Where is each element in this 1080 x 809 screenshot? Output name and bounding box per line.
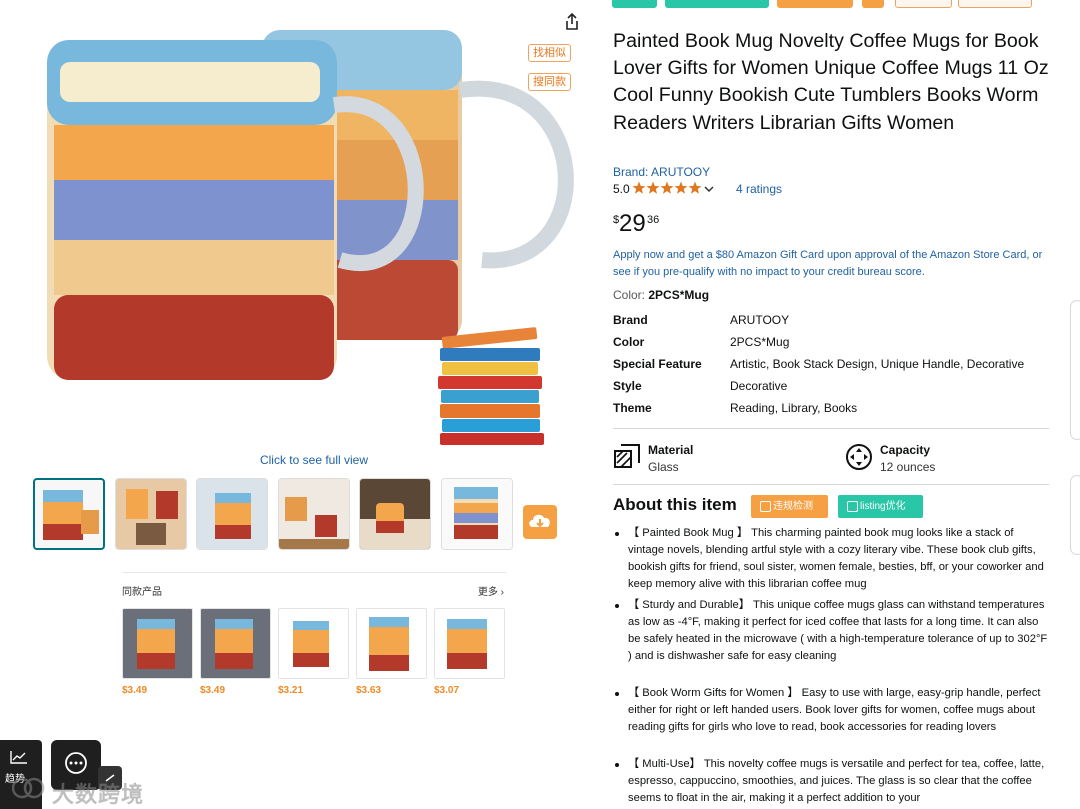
store-card-promo-link[interactable]: Apply now and get a $80 Amazon Gift Card… xyxy=(613,247,1058,281)
violation-check-button[interactable]: 违规检测 xyxy=(751,495,828,518)
same-product-image xyxy=(356,608,427,679)
rating-value: 5.0 xyxy=(613,182,630,196)
plugin-button[interactable] xyxy=(665,0,769,8)
spec-row: Theme Reading, Library, Books xyxy=(613,401,1053,417)
same-product-price: $3.07 xyxy=(434,685,460,696)
listing-optimize-label: listing优化 xyxy=(860,501,906,512)
same-product-price: $3.63 xyxy=(356,685,382,696)
full-view-link[interactable]: Click to see full view xyxy=(0,453,628,467)
trend-chart-icon xyxy=(10,751,27,764)
same-product-item[interactable]: $3.49 xyxy=(122,608,193,696)
about-bullet: 【 Sturdy and Durable】 This unique coffee… xyxy=(615,597,1048,665)
plugin-button[interactable] xyxy=(895,0,952,8)
spec-key: Special Feature xyxy=(613,357,702,371)
watermark-text: 大数跨境 xyxy=(52,782,145,807)
spec-value: Reading, Library, Books xyxy=(730,401,858,415)
spec-row: Color 2PCS*Mug xyxy=(613,335,1053,351)
color-label: Color: xyxy=(613,288,646,302)
spec-row: Special Feature Artistic, Book Stack Des… xyxy=(613,357,1053,373)
capacity-icon xyxy=(846,444,872,470)
same-product-image xyxy=(434,608,505,679)
about-bullet: 【 Book Worm Gifts for Women 】 Easy to us… xyxy=(615,685,1048,736)
chat-bubble-icon xyxy=(65,752,87,774)
about-bullet: 【 Multi-Use】 This novelty coffee mugs is… xyxy=(615,756,1048,807)
spec-value: 2PCS*Mug xyxy=(730,335,790,349)
plugin-button[interactable] xyxy=(612,0,657,8)
same-product-item[interactable]: $3.63 xyxy=(356,608,427,696)
feature-label: Capacity xyxy=(880,443,931,457)
about-title: About this item xyxy=(613,495,737,514)
same-product-image xyxy=(278,608,349,679)
search-same-tag[interactable]: 搜同款 xyxy=(528,73,571,91)
more-label: 更多 xyxy=(477,587,498,598)
color-selection: Color: 2PCS*Mug xyxy=(613,288,709,302)
spec-value: Artistic, Book Stack Design, Unique Hand… xyxy=(730,357,1025,371)
spec-row: Style Decorative xyxy=(613,379,1053,395)
same-product-price: $3.49 xyxy=(122,685,148,696)
plugin-button[interactable] xyxy=(777,0,853,8)
thumbnail[interactable] xyxy=(33,478,105,550)
spec-value: Decorative xyxy=(730,379,788,393)
spec-value: ARUTOOY xyxy=(730,313,790,327)
divider xyxy=(613,484,1049,485)
same-product-item[interactable]: $3.49 xyxy=(200,608,271,696)
feature-label: Material xyxy=(648,443,694,457)
download-cloud-button[interactable] xyxy=(523,505,557,539)
find-similar-tag[interactable]: 找相似 xyxy=(528,44,571,62)
plugin-button[interactable] xyxy=(958,0,1032,8)
plugin-button[interactable] xyxy=(862,0,884,8)
watermark: 大数跨境 xyxy=(11,775,143,807)
thumbnail[interactable] xyxy=(278,478,350,550)
more-link[interactable]: 更多 › xyxy=(478,583,504,598)
same-products-panel: 同款产品 更多 › $3.49 $3.49 $3.21 $3.63 $3.07 xyxy=(122,572,506,702)
brand-link[interactable]: Brand: ARUTOOY xyxy=(613,165,710,179)
color-value: 2PCS*Mug xyxy=(648,288,710,302)
spec-key: Theme xyxy=(613,401,652,415)
thumbnail[interactable] xyxy=(359,478,431,550)
thumbnail[interactable] xyxy=(115,478,187,550)
side-panel-edge[interactable] xyxy=(1070,300,1080,440)
about-bullet: 【 Painted Book Mug 】 This charming paint… xyxy=(615,525,1048,593)
spec-key: Brand xyxy=(613,313,648,327)
listing-optimize-button[interactable]: listing优化 xyxy=(838,495,923,518)
same-product-image xyxy=(200,608,271,679)
spec-key: Style xyxy=(613,379,642,393)
divider xyxy=(613,428,1049,429)
same-product-price: $3.49 xyxy=(200,685,226,696)
watermark-logo-icon xyxy=(11,777,45,799)
violation-check-label: 违规检测 xyxy=(773,501,813,512)
main-product-image[interactable] xyxy=(22,10,592,450)
same-products-title: 同款产品 xyxy=(122,587,162,598)
product-title: Painted Book Mug Novelty Coffee Mugs for… xyxy=(613,30,1049,134)
material-icon xyxy=(614,444,640,468)
feature-value: Glass xyxy=(648,460,679,474)
thumbnail-strip xyxy=(33,478,523,552)
share-icon[interactable] xyxy=(562,12,582,32)
same-product-item[interactable]: $3.07 xyxy=(434,608,505,696)
check-icon xyxy=(760,501,771,512)
side-panel-edge[interactable] xyxy=(1070,475,1080,555)
thumbnail[interactable] xyxy=(441,478,513,550)
spec-key: Color xyxy=(613,335,645,349)
thumbnail[interactable] xyxy=(196,478,268,550)
plugin-toolbar xyxy=(612,0,1052,8)
same-product-item[interactable]: $3.21 xyxy=(278,608,349,696)
price-fraction: 36 xyxy=(647,214,660,226)
edit-icon xyxy=(847,501,858,512)
cloud-download-icon xyxy=(529,514,550,528)
chevron-down-icon[interactable] xyxy=(704,184,714,194)
same-product-image xyxy=(122,608,193,679)
feature-value: 12 ounces xyxy=(880,460,936,474)
price-whole: 29 xyxy=(619,210,646,237)
spec-row: Brand ARUTOOY xyxy=(613,313,1053,329)
ratings-count-link[interactable]: 4 ratings xyxy=(736,182,782,196)
same-product-price: $3.21 xyxy=(278,685,304,696)
